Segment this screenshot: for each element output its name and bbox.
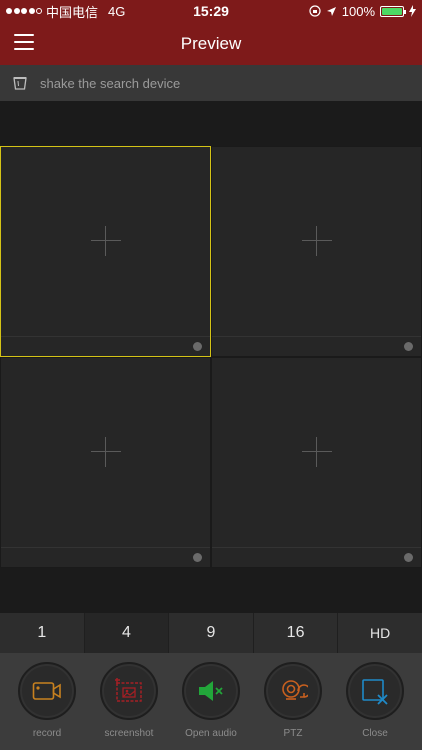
status-dot-icon	[404, 553, 413, 562]
video-cell-2[interactable]	[211, 146, 422, 357]
layout-16-button[interactable]: 16	[254, 613, 339, 653]
cell-footer	[1, 336, 210, 356]
record-label: record	[32, 728, 62, 739]
carrier-label: 中国电信	[46, 4, 99, 20]
top-spacer	[0, 101, 422, 146]
status-dot-icon	[404, 342, 413, 351]
record-button[interactable]: record	[8, 653, 86, 750]
add-device-icon	[90, 226, 121, 257]
ptz-button[interactable]: PTZ	[254, 653, 332, 750]
layout-4-button[interactable]: 4	[84, 613, 170, 653]
menu-button[interactable]	[14, 34, 34, 50]
close-window-icon	[362, 679, 388, 705]
layout-9-button[interactable]: 9	[169, 613, 254, 653]
status-dot-icon	[193, 342, 202, 351]
shake-search-bar[interactable]: shake the search device	[0, 65, 422, 101]
nav-bar: Preview	[0, 22, 422, 65]
screenshot-button[interactable]: screenshot	[90, 653, 168, 750]
orientation-lock-icon	[309, 5, 321, 17]
location-icon	[326, 6, 336, 16]
video-cell-3[interactable]	[0, 357, 211, 568]
add-device-icon	[90, 437, 121, 468]
audio-button-circle	[182, 662, 240, 720]
cell-footer	[212, 336, 421, 356]
add-device-icon	[301, 226, 332, 257]
status-bar: 中国电信 4G 15:29 100%	[0, 0, 422, 22]
close-button-circle	[346, 662, 404, 720]
status-dot-icon	[193, 553, 202, 562]
battery-icon	[380, 5, 406, 17]
status-right: 100%	[266, 4, 416, 19]
menu-icon	[14, 34, 34, 36]
ptz-button-circle	[264, 662, 322, 720]
video-camera-icon	[32, 682, 61, 700]
close-button[interactable]: Close	[336, 653, 414, 750]
network-label: 4G	[108, 3, 126, 19]
open-audio-button[interactable]: Open audio	[172, 653, 250, 750]
speaker-muted-icon	[199, 681, 223, 701]
add-device-icon	[301, 437, 332, 468]
signal-icon	[6, 8, 42, 14]
status-time: 15:29	[193, 3, 229, 19]
screenshot-button-circle	[100, 662, 158, 720]
shake-icon	[13, 77, 27, 90]
cell-footer	[212, 547, 421, 567]
bottom-toolbar: record screenshot Open audio PTZ Close	[0, 653, 422, 750]
ptz-camera-icon	[282, 680, 308, 700]
video-grid	[0, 146, 422, 568]
close-label: Close	[362, 728, 388, 739]
open-audio-label: Open audio	[185, 728, 237, 739]
layout-selector: 1 4 9 16 HD	[0, 613, 422, 653]
status-left: 中国电信 4G	[6, 2, 156, 21]
screenshot-label: screenshot	[104, 728, 154, 739]
cell-footer	[1, 547, 210, 567]
layout-1-button[interactable]: 1	[0, 613, 85, 653]
battery-percent: 100%	[341, 3, 375, 19]
bottom-spacer	[0, 568, 422, 613]
hd-button[interactable]: HD	[338, 613, 422, 653]
record-button-circle	[18, 662, 76, 720]
video-cell-1[interactable]	[0, 146, 211, 357]
screenshot-icon	[115, 678, 142, 702]
shake-search-label: shake the search device	[40, 75, 181, 91]
ptz-label: PTZ	[283, 728, 303, 739]
video-cell-4[interactable]	[211, 357, 422, 568]
page-title: Preview	[180, 33, 242, 53]
charging-icon	[409, 5, 416, 17]
